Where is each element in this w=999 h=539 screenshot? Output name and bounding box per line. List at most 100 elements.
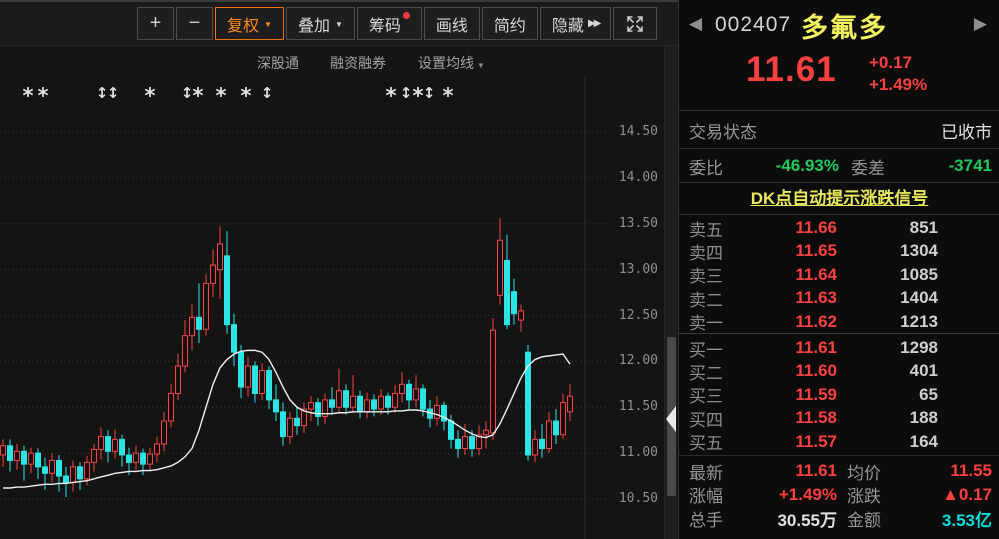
stat-label: 总手: [689, 510, 723, 530]
vertical-scrollbar[interactable]: [664, 46, 677, 539]
stat-value: +1.49%: [778, 484, 837, 504]
y-axis-tick: 12.50: [618, 307, 658, 323]
stat-label: 涨幅: [689, 487, 723, 507]
stock-name: 多氟多: [801, 13, 888, 43]
ex-dividend-star-marker: *: [386, 84, 397, 108]
sell-volume: 1304: [900, 241, 938, 261]
buy-level-row-3[interactable]: 买三 11.59 65: [679, 383, 999, 407]
toolbar-button-zoom-in[interactable]: +: [137, 7, 174, 40]
buy-level-label: 买三: [689, 387, 723, 407]
chart-link-shengutong[interactable]: 深股通: [257, 53, 299, 73]
last-price: 11.61: [746, 50, 837, 89]
sell-price: 11.66: [795, 218, 837, 237]
chart-header-links: 深股通 融资融券 设置均线 ▼: [0, 46, 664, 76]
buy-level-label: 买五: [689, 434, 723, 454]
y-axis-tick: 10.50: [618, 491, 658, 506]
stat-value: 11.61: [795, 461, 837, 480]
sell-level-row-2[interactable]: 卖四 11.65 1304: [679, 239, 999, 263]
stock-app-window: + − 复权 ▼ 叠加 ▼ 筹码 画线 简约 隐藏 ▶▶ 深股通 融资融券 设置均线 ▼ * * ↕ ↕ * ↕ * *…: [0, 0, 999, 539]
toolbar-button-chouma[interactable]: 筹码: [356, 7, 422, 40]
ex-dividend-star-marker: *: [193, 84, 204, 108]
stat-row: 总手 30.55万 金额 3.53亿: [679, 506, 999, 530]
toolbar-button-diejia[interactable]: 叠加 ▼: [285, 7, 355, 40]
chart-section: + − 复权 ▼ 叠加 ▼ 筹码 画线 简约 隐藏 ▶▶ 深股通 融资融券 设置均线 ▼ * * ↕ ↕ * ↕ * *…: [0, 0, 678, 539]
sell-level-label: 卖四: [689, 243, 723, 263]
stat-label: 最新: [689, 463, 723, 483]
y-axis-tick: 14.00: [618, 169, 658, 185]
chevron-down-icon: ▼: [334, 20, 343, 29]
kline-chart[interactable]: * * ↕ ↕ * ↕ * * * ↕ * ↕ * ↕ *: [0, 76, 605, 539]
prev-stock-arrow-icon[interactable]: ◀: [689, 14, 702, 34]
y-axis-tick: 11.50: [618, 399, 658, 415]
sell-level-row-4[interactable]: 卖二 11.63 1404: [679, 286, 999, 310]
toolbar-button-fuquan[interactable]: 复权 ▼: [215, 7, 284, 40]
y-axis-tick: 13.00: [618, 261, 658, 277]
toolbar-button-label: 简约: [493, 17, 526, 35]
y-axis-tick: 13.50: [618, 215, 658, 231]
toolbar-button-label: −: [188, 12, 201, 34]
y-axis-tick: 11.00: [618, 445, 658, 461]
buy-level-row-4[interactable]: 买四 11.58 188: [679, 406, 999, 430]
sell-price: 11.62: [795, 311, 837, 331]
buy-volume: 401: [909, 361, 938, 381]
sell-level-row-1[interactable]: 卖五 11.66 851: [679, 216, 999, 240]
stat-row: 涨幅 +1.49% 涨跌 ▲0.17: [679, 483, 999, 507]
weibi-label: 委比: [689, 158, 723, 178]
price-change-percent: +1.49%: [869, 75, 928, 94]
next-stock-arrow-icon[interactable]: ▶: [974, 14, 987, 34]
ex-rights-marker: ↕: [107, 84, 120, 102]
panel-collapse-handle[interactable]: [666, 406, 676, 432]
sell-level-row-3[interactable]: 卖三 11.64 1085: [679, 263, 999, 287]
trading-status-value: 已收市: [941, 122, 992, 142]
fullscreen-icon[interactable]: [613, 7, 658, 40]
toolbar-button-zoom-out[interactable]: −: [176, 7, 213, 40]
divider: [679, 182, 999, 183]
price-axis: 14.50 14.00 13.50 13.00 12.50 12.00 11.50 11.00…: [605, 76, 664, 539]
sell-level-label: 卖五: [689, 220, 723, 240]
stat-value: 11.55: [950, 461, 992, 480]
buy-level-row-2[interactable]: 买二 11.60 401: [679, 359, 999, 383]
ex-dividend-star-marker: *: [241, 84, 252, 108]
toolbar-button-yincang[interactable]: 隐藏 ▶▶: [539, 7, 612, 40]
weibi-row: 委比 -46.93% 委差 -3741: [679, 150, 999, 182]
buy-level-label: 买一: [689, 340, 723, 360]
y-axis-tick: 12.00: [618, 353, 658, 369]
ex-dividend-star-marker: *: [38, 84, 49, 108]
double-right-arrow-icon: ▶▶: [587, 18, 601, 29]
weicha-value: -3741: [948, 156, 992, 175]
toolbar-button-label: 叠加: [297, 17, 330, 35]
toolbar-button-label: 筹码: [368, 17, 401, 35]
buy-price: 11.61: [795, 338, 837, 357]
divider: [679, 455, 999, 456]
dk-signal-link[interactable]: DK点自动提示涨跌信号: [679, 184, 999, 209]
toolbar-button-jianyue[interactable]: 简约: [481, 7, 538, 40]
buy-volume: 188: [909, 408, 938, 428]
toolbar-button-huaxian[interactable]: 画线: [423, 7, 480, 40]
buy-level-row-5[interactable]: 买五 11.57 164: [679, 430, 999, 454]
buy-price: 11.60: [795, 361, 837, 381]
buy-volume: 1298: [900, 338, 938, 357]
divider: [679, 333, 999, 334]
divider: [679, 110, 999, 111]
buy-price: 11.57: [795, 431, 837, 451]
ex-dividend-star-marker: *: [23, 84, 34, 108]
chart-link-shezhijunxian[interactable]: 设置均线 ▼: [418, 53, 485, 73]
ex-rights-marker: ↕: [261, 84, 274, 102]
weibi-value: -46.93%: [775, 156, 839, 175]
sell-level-row-5[interactable]: 卖一 11.62 1213: [679, 310, 999, 334]
toolbar-button-label: 复权: [227, 17, 260, 35]
sell-price: 11.63: [795, 288, 837, 308]
chart-link-rongzirongquan[interactable]: 融资融券: [330, 53, 386, 73]
sell-volume: 1213: [900, 311, 938, 331]
buy-level-row-1[interactable]: 买一 11.61 1298: [679, 336, 999, 360]
trading-status-label: 交易状态: [689, 122, 757, 142]
toolbar-button-label: 画线: [435, 17, 468, 35]
sell-level-label: 卖一: [689, 314, 723, 334]
buy-volume: 164: [909, 431, 938, 451]
ex-rights-marker: ↕: [400, 84, 413, 102]
sell-volume: 1085: [900, 264, 938, 284]
quote-panel: ◀ 002407 多氟多 ▶ 11.61 +0.17 +1.49% 交易状态 已…: [678, 0, 999, 539]
stat-label: 涨跌: [847, 487, 881, 507]
ex-dividend-star-marker: *: [443, 84, 454, 108]
weicha-label: 委差: [851, 158, 885, 178]
